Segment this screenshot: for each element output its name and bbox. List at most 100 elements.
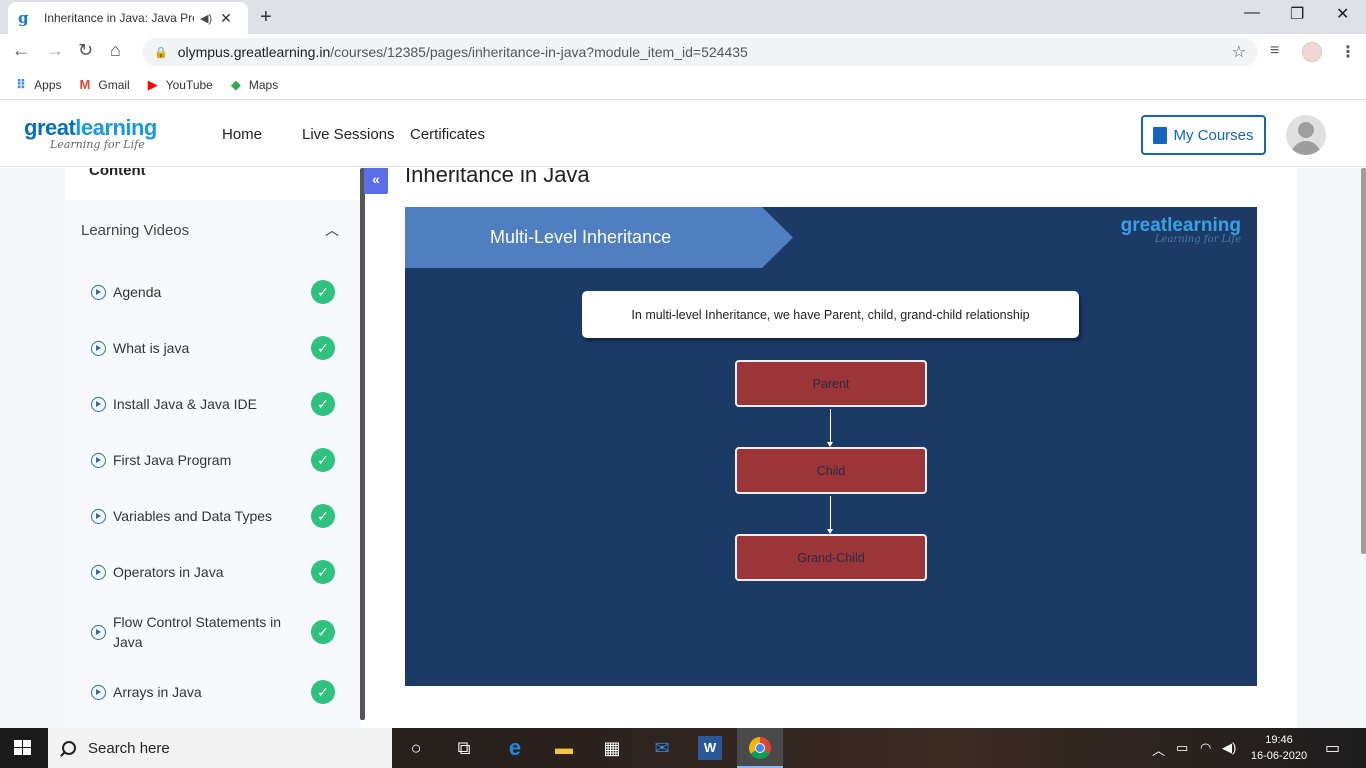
bookmark-label: Gmail <box>98 77 130 92</box>
window-close-icon[interactable]: ✕ <box>1336 4 1349 24</box>
windows-start-icon[interactable] <box>14 740 32 756</box>
check-complete-icon: ✓ <box>311 448 335 472</box>
lesson-label: Arrays in Java <box>113 684 202 700</box>
user-avatar[interactable] <box>1286 115 1326 155</box>
play-circle-icon <box>91 508 106 524</box>
check-complete-icon: ✓ <box>311 336 335 360</box>
check-complete-icon: ✓ <box>311 680 335 704</box>
lesson-item[interactable]: First Java Program ✓ <box>91 448 341 472</box>
reload-icon[interactable]: ↻ <box>78 40 93 61</box>
edge-icon[interactable]: e <box>503 736 527 760</box>
chevron-up-icon[interactable]: ︿ <box>325 220 339 240</box>
bookmark-maps[interactable]: ◆ Maps <box>231 77 278 93</box>
browser-tab[interactable]: g Inheritance in Java: Java Prog ◀) ✕ <box>8 2 248 34</box>
slide-callout: In multi-level Inheritance, we have Pare… <box>582 291 1079 338</box>
lesson-label: What is java <box>113 340 190 356</box>
video-slide[interactable]: Multi-Level Inheritance greatlearning Le… <box>405 207 1257 686</box>
store-icon[interactable]: ▦ <box>600 736 624 760</box>
diagram-arrow <box>827 409 833 447</box>
back-arrow-icon[interactable]: ← <box>12 40 30 61</box>
lesson-item[interactable]: Arrays in Java ✓ <box>91 680 341 704</box>
section-header[interactable]: Learning Videos <box>81 222 189 239</box>
file-explorer-icon[interactable]: ▬ <box>552 736 576 760</box>
bookmark-label: YouTube <box>165 77 213 92</box>
nav-certificates[interactable]: Certificates <box>410 126 485 143</box>
profile-avatar-icon[interactable] <box>1302 42 1322 62</box>
new-tab-icon[interactable]: + <box>260 6 272 29</box>
url-path: /courses/12385/pages/inheritance-in-java… <box>330 44 748 60</box>
bookmark-label: Maps <box>248 77 279 92</box>
volume-icon[interactable]: ◀) <box>1222 740 1236 756</box>
collapse-sidebar-button[interactable]: « <box>364 168 388 194</box>
clock[interactable]: 19:46 16-06-2020 <box>1249 732 1309 764</box>
sidebar-title: Content <box>89 168 146 179</box>
windows-taskbar: Search here ○ ⧉ e ▬ ▦ ✉ W ︿ ▭ ◠ ◀) 19:46… <box>0 728 1366 768</box>
lesson-item[interactable]: Flow Control Statements in Java ✓ <box>91 612 341 652</box>
slide-logo: greatlearning Learning for Life <box>1105 215 1241 245</box>
bookmark-apps[interactable]: ⠿ Apps <box>16 77 62 93</box>
lock-icon[interactable]: 🔒 <box>154 46 168 59</box>
content-sidebar: Content Learning Videos ︿ Agenda ✓ What … <box>65 168 365 728</box>
bookmark-youtube[interactable]: ▶ YouTube <box>148 77 213 93</box>
learning-videos-section: Learning Videos ︿ Agenda ✓ What is java … <box>65 200 361 728</box>
check-complete-icon: ✓ <box>311 280 335 304</box>
play-circle-icon <box>91 284 106 300</box>
my-courses-label: My Courses <box>1173 126 1254 144</box>
wifi-icon[interactable]: ◠ <box>1200 740 1211 756</box>
battery-icon[interactable]: ▭ <box>1176 740 1188 756</box>
chrome-icon <box>749 737 771 759</box>
taskbar-search[interactable]: Search here <box>48 728 392 768</box>
restore-icon[interactable]: ❐ <box>1290 4 1304 24</box>
diagram-arrow <box>827 496 833 534</box>
play-circle-icon <box>91 684 106 700</box>
lesson-item[interactable]: What is java ✓ <box>91 336 341 360</box>
bookmark-star-icon[interactable]: ☆ <box>1232 42 1246 62</box>
play-circle-icon <box>91 452 106 468</box>
play-circle-icon <box>91 340 106 356</box>
check-complete-icon: ✓ <box>311 560 335 584</box>
logo-text-great: great <box>24 115 76 140</box>
tab-close-icon[interactable]: ✕ <box>220 10 232 27</box>
logo-text-learning: learning <box>75 115 157 140</box>
page-scrollbar[interactable] <box>1361 168 1366 554</box>
check-complete-icon: ✓ <box>311 620 335 644</box>
lesson-item[interactable]: Variables and Data Types ✓ <box>91 504 341 528</box>
site-header: greatlearning Learning for Life Home Liv… <box>0 101 1366 167</box>
avatar-body-icon <box>1291 141 1321 155</box>
cortana-icon[interactable]: ○ <box>404 736 428 760</box>
play-circle-icon <box>91 624 106 640</box>
diagram-node-grand-child: Grand-Child <box>735 534 927 581</box>
url-domain: olympus.greatlearning.in <box>177 44 331 60</box>
chrome-menu-icon[interactable]: ⋮ <box>1340 42 1356 62</box>
greatlearning-logo[interactable]: greatlearning Learning for Life <box>24 115 157 151</box>
media-queue-icon[interactable]: ≡ <box>1270 42 1279 60</box>
nav-live-sessions[interactable]: Live Sessions <box>302 126 395 143</box>
forward-arrow-icon[interactable]: → <box>46 40 64 61</box>
nav-home[interactable]: Home <box>222 126 262 143</box>
minimize-icon[interactable]: — <box>1244 4 1260 22</box>
diagram-node-child: Child <box>735 447 927 494</box>
lesson-item[interactable]: Install Java & Java IDE ✓ <box>91 392 341 416</box>
address-bar[interactable]: 🔒 olympus.greatlearning.in/courses/12385… <box>142 38 1258 66</box>
clock-time: 19:46 <box>1265 734 1293 746</box>
task-view-icon[interactable]: ⧉ <box>452 736 476 760</box>
audio-playing-icon[interactable]: ◀) <box>200 12 212 25</box>
word-icon[interactable]: W <box>698 736 722 760</box>
lesson-item[interactable]: Agenda ✓ <box>91 280 341 304</box>
lesson-title: Inheritance in Java <box>405 168 590 187</box>
notifications-icon[interactable]: ▭ <box>1325 738 1340 758</box>
tray-chevron-icon[interactable]: ︿ <box>1152 740 1165 759</box>
bookmark-label: Apps <box>34 77 62 92</box>
book-icon <box>1153 126 1168 144</box>
maps-icon: ◆ <box>230 76 241 92</box>
my-courses-button[interactable]: My Courses <box>1141 115 1266 155</box>
home-icon[interactable]: ⌂ <box>110 40 121 61</box>
logo-tagline: Learning for Life <box>50 138 145 151</box>
search-placeholder: Search here <box>88 739 170 757</box>
bookmark-gmail[interactable]: M Gmail <box>80 77 130 92</box>
check-complete-icon: ✓ <box>311 392 335 416</box>
mail-icon[interactable]: ✉ <box>650 736 674 760</box>
taskbar-chrome[interactable] <box>737 728 783 768</box>
gmail-icon: M <box>79 77 91 92</box>
lesson-item[interactable]: Operators in Java ✓ <box>91 560 341 584</box>
